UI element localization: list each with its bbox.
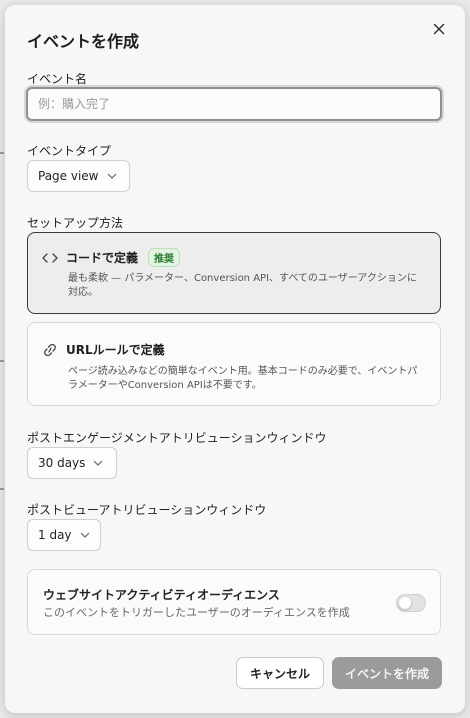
toggle-knob — [399, 597, 411, 609]
backdrop-mark — [0, 488, 4, 490]
backdrop-mark — [0, 152, 4, 154]
setup-option-code[interactable]: コードで定義 推奨 最も柔軟 — パラメーター、Conversion API、す… — [27, 232, 441, 314]
post-view-window-dropdown[interactable]: 1 day — [27, 519, 101, 551]
link-icon — [44, 343, 56, 356]
audience-title: ウェブサイトアクティビティオーディエンス — [43, 588, 280, 602]
chevron-down-icon — [80, 532, 89, 538]
close-icon — [433, 23, 445, 35]
event-name-label: イベント名 — [27, 72, 88, 86]
recommended-badge: 推奨 — [148, 248, 181, 267]
event-type-dropdown[interactable]: Page view — [27, 160, 130, 192]
event-type-value: Page view — [38, 169, 99, 183]
post-view-window-label: ポストビューアトリビューションウィンドウ — [27, 503, 267, 517]
website-activity-audience-card: ウェブサイトアクティビティオーディエンス このイベントをトリガーしたユーザーのオ… — [27, 569, 441, 635]
code-icon — [42, 252, 58, 263]
setup-option-url[interactable]: URLルールで定義 ページ読み込みなどの簡単なイベント用。基本コードのみ必要で、… — [27, 322, 441, 406]
setup-option-url-title: URLルールで定義 — [66, 343, 165, 357]
backdrop-mark — [0, 360, 4, 362]
modal-title: イベントを作成 — [27, 32, 140, 51]
setup-option-url-desc: ページ読み込みなどの簡単なイベント用。基本コードのみ必要で、イベントパラメーター… — [68, 366, 418, 391]
event-type-label: イベントタイプ — [27, 144, 112, 158]
create-event-modal: イベントを作成 イベント名 イベントタイプ Page view セットアップ方法… — [5, 5, 465, 713]
audience-desc: このイベントをトリガーしたユーザーのオーディエンスを作成 — [43, 606, 350, 619]
post-engagement-window-value: 30 days — [38, 456, 86, 470]
close-button[interactable] — [429, 19, 449, 39]
setup-method-label: セットアップ方法 — [27, 216, 124, 230]
post-view-window-value: 1 day — [38, 528, 72, 542]
chevron-down-icon — [93, 460, 103, 466]
cancel-button[interactable]: キャンセル — [236, 657, 324, 689]
event-name-input[interactable] — [26, 87, 442, 121]
setup-option-code-desc: 最も柔軟 — パラメーター、Conversion API、すべてのユーザーアクシ… — [68, 273, 417, 298]
chevron-down-icon — [107, 173, 116, 179]
post-engagement-window-dropdown[interactable]: 30 days — [27, 447, 117, 479]
audience-toggle[interactable] — [396, 594, 426, 612]
setup-option-code-title: コードで定義 — [66, 251, 139, 265]
post-engagement-window-label: ポストエンゲージメントアトリビューションウィンドウ — [27, 431, 327, 445]
create-event-button[interactable]: イベントを作成 — [332, 657, 442, 689]
